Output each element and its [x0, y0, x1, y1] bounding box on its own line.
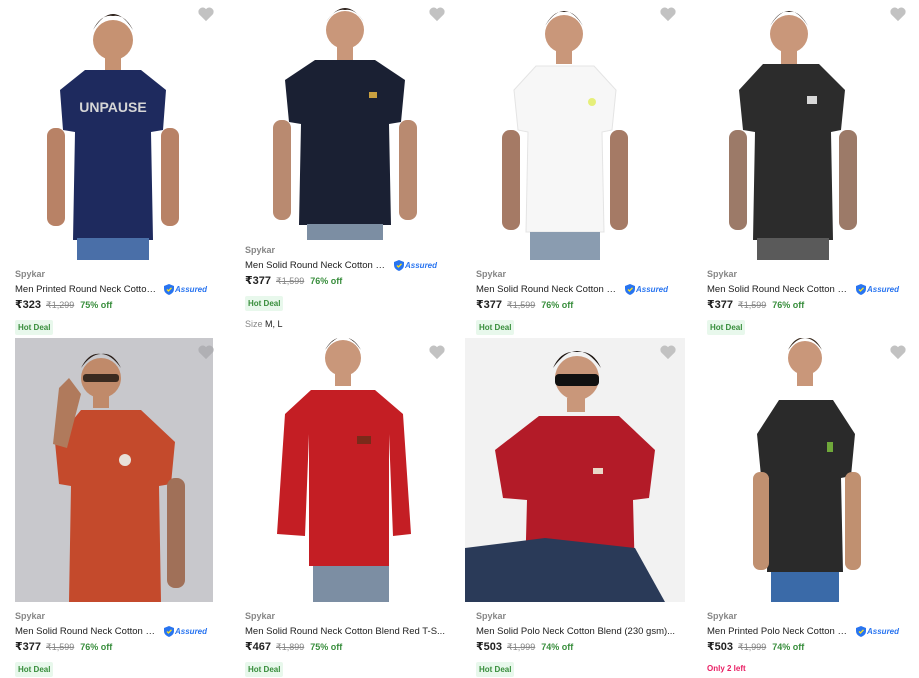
shield-icon: [394, 259, 404, 271]
mrp: ₹1,899: [276, 642, 305, 652]
discount: 76% off: [541, 300, 574, 310]
product-image[interactable]: [707, 0, 907, 260]
assured-badge: Assured: [856, 283, 900, 295]
product-title[interactable]: Men Solid Polo Neck Cotton Blend (230 gs…: [476, 626, 675, 637]
product-image[interactable]: [465, 338, 685, 602]
mrp: ₹1,299: [46, 300, 75, 310]
size-value: M, L: [265, 319, 283, 329]
discount: 75% off: [310, 642, 343, 652]
wishlist-heart-icon[interactable]: [428, 344, 446, 360]
brand-name: Spykar: [476, 611, 507, 621]
discount: 76% off: [80, 642, 113, 652]
wishlist-heart-icon[interactable]: [889, 6, 907, 22]
product-title[interactable]: Men Solid Round Neck Cotton Bl...: [15, 626, 161, 637]
product-title[interactable]: Men Solid Round Neck Cotton Blend Red T-…: [245, 626, 445, 637]
wishlist-heart-icon[interactable]: [659, 6, 677, 22]
assured-badge: Assured: [394, 259, 438, 271]
hot-deal-badge: Hot Deal: [245, 296, 284, 311]
discount: 75% off: [80, 300, 113, 310]
assured-label: Assured: [175, 284, 208, 294]
assured-badge: Assured: [164, 625, 208, 637]
size-label: Size: [245, 319, 263, 329]
shirt-print-text: UNPAUSE: [79, 99, 146, 115]
price: ₹503: [707, 641, 734, 653]
product-title[interactable]: Men Solid Round Neck Cotton Bl...: [245, 260, 391, 271]
assured-badge: Assured: [625, 283, 669, 295]
price: ₹377: [245, 275, 272, 287]
size-info: Size M, L: [245, 319, 460, 329]
price: ₹503: [476, 641, 503, 653]
shield-icon: [856, 625, 866, 637]
assured-badge: Assured: [164, 283, 208, 295]
shield-icon: [625, 283, 635, 295]
product-title[interactable]: Men Solid Round Neck Cotton Bl...: [476, 284, 622, 295]
price: ₹323: [15, 299, 42, 311]
hot-deal-badge: Hot Deal: [15, 662, 54, 677]
assured-label: Assured: [867, 626, 900, 636]
price: ₹377: [15, 641, 42, 653]
product-image[interactable]: [476, 0, 676, 260]
brand-name: Spykar: [15, 269, 46, 279]
hot-deal-badge: Hot Deal: [707, 320, 746, 335]
assured-label: Assured: [867, 284, 900, 294]
product-image[interactable]: [245, 338, 445, 602]
discount: 74% off: [541, 642, 574, 652]
price: ₹377: [476, 299, 503, 311]
mrp: ₹1,599: [276, 276, 305, 286]
mrp: ₹1,599: [507, 300, 536, 310]
product-image[interactable]: [707, 338, 907, 602]
product-title[interactable]: Men Printed Round Neck Cotton ...: [15, 284, 161, 295]
hot-deal-badge: Hot Deal: [476, 662, 515, 677]
assured-label: Assured: [175, 626, 208, 636]
product-title[interactable]: Men Solid Round Neck Cotton Bl...: [707, 284, 853, 295]
brand-name: Spykar: [707, 269, 738, 279]
discount: 76% off: [310, 276, 343, 286]
brand-name: Spykar: [15, 611, 46, 621]
hot-deal-badge: Hot Deal: [476, 320, 515, 335]
brand-name: Spykar: [245, 611, 276, 621]
mrp: ₹1,599: [738, 300, 767, 310]
shield-icon: [856, 283, 866, 295]
mrp: ₹1,999: [738, 642, 767, 652]
wishlist-heart-icon[interactable]: [889, 344, 907, 360]
wishlist-heart-icon[interactable]: [197, 344, 215, 360]
assured-badge: Assured: [856, 625, 900, 637]
price: ₹377: [707, 299, 734, 311]
mrp: ₹1,999: [507, 642, 536, 652]
assured-label: Assured: [405, 260, 438, 270]
wishlist-heart-icon[interactable]: [428, 6, 446, 22]
mrp: ₹1,599: [46, 642, 75, 652]
wishlist-heart-icon[interactable]: [659, 344, 677, 360]
stock-note: Only 2 left: [707, 664, 746, 673]
discount: 74% off: [772, 642, 805, 652]
hot-deal-badge: Hot Deal: [15, 320, 54, 335]
shield-icon: [164, 625, 174, 637]
wishlist-heart-icon[interactable]: [197, 6, 215, 22]
product-image[interactable]: [15, 338, 213, 602]
product-image[interactable]: UNPAUSE: [15, 0, 215, 260]
product-image[interactable]: [245, 0, 445, 240]
hot-deal-badge: Hot Deal: [245, 662, 284, 677]
product-title[interactable]: Men Printed Polo Neck Cotton Bl...: [707, 626, 853, 637]
brand-name: Spykar: [707, 611, 738, 621]
shield-icon: [164, 283, 174, 295]
discount: 76% off: [772, 300, 805, 310]
brand-name: Spykar: [476, 269, 507, 279]
price: ₹467: [245, 641, 272, 653]
assured-label: Assured: [636, 284, 669, 294]
brand-name: Spykar: [245, 245, 276, 255]
